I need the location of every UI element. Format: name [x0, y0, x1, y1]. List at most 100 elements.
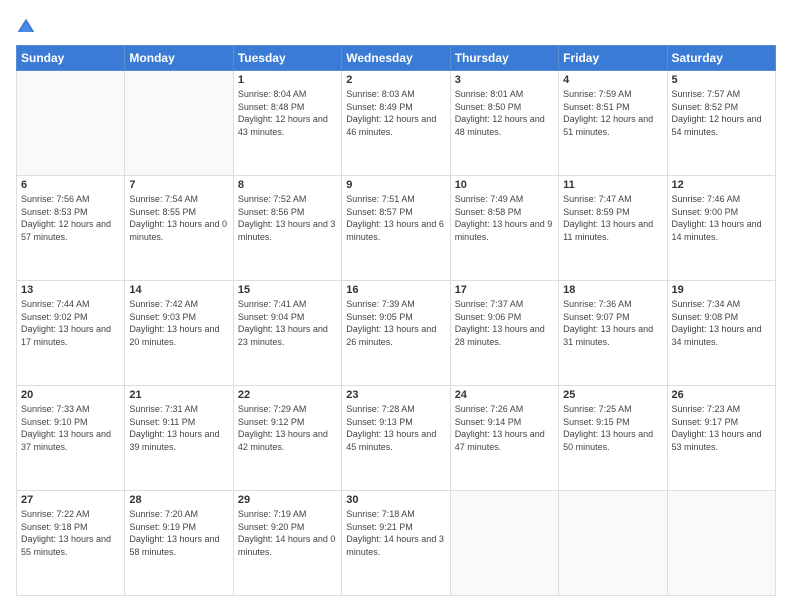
day-number: 28	[129, 494, 228, 506]
calendar-cell: 20 Sunrise: 7:33 AM Sunset: 9:10 PM Dayli…	[17, 386, 125, 491]
calendar-cell: 23 Sunrise: 7:28 AM Sunset: 9:13 PM Dayli…	[342, 386, 450, 491]
calendar-cell: 5 Sunrise: 7:57 AM Sunset: 8:52 PM Daylig…	[667, 71, 775, 176]
day-number: 8	[238, 179, 337, 191]
day-number: 29	[238, 494, 337, 506]
day-info: Sunrise: 7:20 AM Sunset: 9:19 PM Dayligh…	[129, 508, 228, 558]
day-info: Sunrise: 7:33 AM Sunset: 9:10 PM Dayligh…	[21, 403, 120, 453]
day-number: 24	[455, 389, 554, 401]
calendar-cell: 30Sunrise: 7:18 AM Sunset: 9:21 PM Dayli…	[342, 491, 450, 596]
calendar-week-row: 6 Sunrise: 7:56 AM Sunset: 8:53 PM Daylig…	[17, 176, 776, 281]
calendar-day-header: Sunday	[17, 46, 125, 71]
calendar-cell: 27Sunrise: 7:22 AM Sunset: 9:18 PM Dayli…	[17, 491, 125, 596]
calendar-week-row: 1 Sunrise: 8:04 AM Sunset: 8:48 PM Daylig…	[17, 71, 776, 176]
day-number: 17	[455, 284, 554, 296]
calendar-body: 1 Sunrise: 8:04 AM Sunset: 8:48 PM Daylig…	[17, 71, 776, 596]
calendar-cell: 10 Sunrise: 7:49 AM Sunset: 8:58 PM Dayli…	[450, 176, 558, 281]
calendar-day-header: Tuesday	[233, 46, 341, 71]
day-number: 12	[672, 179, 771, 191]
day-number: 18	[563, 284, 662, 296]
day-info: Sunrise: 7:47 AM Sunset: 8:59 PM Dayligh…	[563, 193, 662, 243]
day-info: Sunrise: 8:04 AM Sunset: 8:48 PM Dayligh…	[238, 88, 337, 138]
day-info: Sunrise: 7:29 AM Sunset: 9:12 PM Dayligh…	[238, 403, 337, 453]
day-number: 4	[563, 74, 662, 86]
day-number: 15	[238, 284, 337, 296]
day-info: Sunrise: 7:28 AM Sunset: 9:13 PM Dayligh…	[346, 403, 445, 453]
day-info: Sunrise: 7:59 AM Sunset: 8:51 PM Dayligh…	[563, 88, 662, 138]
calendar-week-row: 27Sunrise: 7:22 AM Sunset: 9:18 PM Dayli…	[17, 491, 776, 596]
day-number: 6	[21, 179, 120, 191]
day-info: Sunrise: 7:56 AM Sunset: 8:53 PM Dayligh…	[21, 193, 120, 243]
day-number: 25	[563, 389, 662, 401]
calendar-cell: 14 Sunrise: 7:42 AM Sunset: 9:03 PM Dayli…	[125, 281, 233, 386]
calendar-week-row: 13Sunrise: 7:44 AM Sunset: 9:02 PM Dayli…	[17, 281, 776, 386]
day-number: 10	[455, 179, 554, 191]
day-number: 20	[21, 389, 120, 401]
calendar-day-header: Saturday	[667, 46, 775, 71]
calendar-day-header: Monday	[125, 46, 233, 71]
calendar-cell: 3 Sunrise: 8:01 AM Sunset: 8:50 PM Daylig…	[450, 71, 558, 176]
day-info: Sunrise: 7:46 AM Sunset: 9:00 PM Dayligh…	[672, 193, 771, 243]
day-number: 22	[238, 389, 337, 401]
day-info: Sunrise: 7:39 AM Sunset: 9:05 PM Dayligh…	[346, 298, 445, 348]
calendar-cell: 12 Sunrise: 7:46 AM Sunset: 9:00 PM Dayli…	[667, 176, 775, 281]
calendar-cell: 25 Sunrise: 7:25 AM Sunset: 9:15 PM Dayli…	[559, 386, 667, 491]
day-info: Sunrise: 7:36 AM Sunset: 9:07 PM Dayligh…	[563, 298, 662, 348]
calendar-cell: 13Sunrise: 7:44 AM Sunset: 9:02 PM Dayli…	[17, 281, 125, 386]
day-number: 27	[21, 494, 120, 506]
day-number: 7	[129, 179, 228, 191]
day-info: Sunrise: 7:57 AM Sunset: 8:52 PM Dayligh…	[672, 88, 771, 138]
day-number: 30	[346, 494, 445, 506]
calendar-cell: 16 Sunrise: 7:39 AM Sunset: 9:05 PM Dayli…	[342, 281, 450, 386]
calendar-cell: 6 Sunrise: 7:56 AM Sunset: 8:53 PM Daylig…	[17, 176, 125, 281]
calendar-cell: 1 Sunrise: 8:04 AM Sunset: 8:48 PM Daylig…	[233, 71, 341, 176]
day-info: Sunrise: 7:54 AM Sunset: 8:55 PM Dayligh…	[129, 193, 228, 243]
day-number: 19	[672, 284, 771, 296]
logo	[16, 16, 40, 37]
day-info: Sunrise: 7:34 AM Sunset: 9:08 PM Dayligh…	[672, 298, 771, 348]
day-info: Sunrise: 7:51 AM Sunset: 8:57 PM Dayligh…	[346, 193, 445, 243]
day-number: 3	[455, 74, 554, 86]
calendar-cell: 2 Sunrise: 8:03 AM Sunset: 8:49 PM Daylig…	[342, 71, 450, 176]
day-number: 14	[129, 284, 228, 296]
calendar-day-header: Friday	[559, 46, 667, 71]
calendar-cell: 11Sunrise: 7:47 AM Sunset: 8:59 PM Dayli…	[559, 176, 667, 281]
day-info: Sunrise: 7:42 AM Sunset: 9:03 PM Dayligh…	[129, 298, 228, 348]
calendar-cell: 8 Sunrise: 7:52 AM Sunset: 8:56 PM Daylig…	[233, 176, 341, 281]
day-info: Sunrise: 8:03 AM Sunset: 8:49 PM Dayligh…	[346, 88, 445, 138]
header	[16, 16, 776, 37]
day-number: 26	[672, 389, 771, 401]
calendar-cell: 7 Sunrise: 7:54 AM Sunset: 8:55 PM Daylig…	[125, 176, 233, 281]
day-info: Sunrise: 7:49 AM Sunset: 8:58 PM Dayligh…	[455, 193, 554, 243]
day-number: 16	[346, 284, 445, 296]
day-info: Sunrise: 7:44 AM Sunset: 9:02 PM Dayligh…	[21, 298, 120, 348]
day-number: 9	[346, 179, 445, 191]
day-info: Sunrise: 8:01 AM Sunset: 8:50 PM Dayligh…	[455, 88, 554, 138]
calendar-cell: 24 Sunrise: 7:26 AM Sunset: 9:14 PM Dayli…	[450, 386, 558, 491]
day-number: 5	[672, 74, 771, 86]
day-number: 2	[346, 74, 445, 86]
day-number: 23	[346, 389, 445, 401]
calendar-cell	[667, 491, 775, 596]
day-info: Sunrise: 7:52 AM Sunset: 8:56 PM Dayligh…	[238, 193, 337, 243]
calendar-cell: 4 Sunrise: 7:59 AM Sunset: 8:51 PM Daylig…	[559, 71, 667, 176]
calendar-cell: 22 Sunrise: 7:29 AM Sunset: 9:12 PM Dayli…	[233, 386, 341, 491]
calendar-cell	[17, 71, 125, 176]
day-info: Sunrise: 7:25 AM Sunset: 9:15 PM Dayligh…	[563, 403, 662, 453]
calendar-cell: 19 Sunrise: 7:34 AM Sunset: 9:08 PM Dayli…	[667, 281, 775, 386]
calendar-cell: 9 Sunrise: 7:51 AM Sunset: 8:57 PM Daylig…	[342, 176, 450, 281]
day-info: Sunrise: 7:41 AM Sunset: 9:04 PM Dayligh…	[238, 298, 337, 348]
calendar-cell: 17 Sunrise: 7:37 AM Sunset: 9:06 PM Dayli…	[450, 281, 558, 386]
calendar-day-header: Wednesday	[342, 46, 450, 71]
calendar-cell: 28 Sunrise: 7:20 AM Sunset: 9:19 PM Dayli…	[125, 491, 233, 596]
day-number: 1	[238, 74, 337, 86]
calendar-cell: 26Sunrise: 7:23 AM Sunset: 9:17 PM Dayli…	[667, 386, 775, 491]
calendar-day-header: Thursday	[450, 46, 558, 71]
calendar-table: SundayMondayTuesdayWednesdayThursdayFrid…	[16, 45, 776, 596]
calendar-cell: 21Sunrise: 7:31 AM Sunset: 9:11 PM Dayli…	[125, 386, 233, 491]
calendar-week-row: 20 Sunrise: 7:33 AM Sunset: 9:10 PM Dayli…	[17, 386, 776, 491]
calendar-cell	[559, 491, 667, 596]
calendar-cell	[125, 71, 233, 176]
day-info: Sunrise: 7:26 AM Sunset: 9:14 PM Dayligh…	[455, 403, 554, 453]
day-info: Sunrise: 7:37 AM Sunset: 9:06 PM Dayligh…	[455, 298, 554, 348]
calendar-header-row: SundayMondayTuesdayWednesdayThursdayFrid…	[17, 46, 776, 71]
